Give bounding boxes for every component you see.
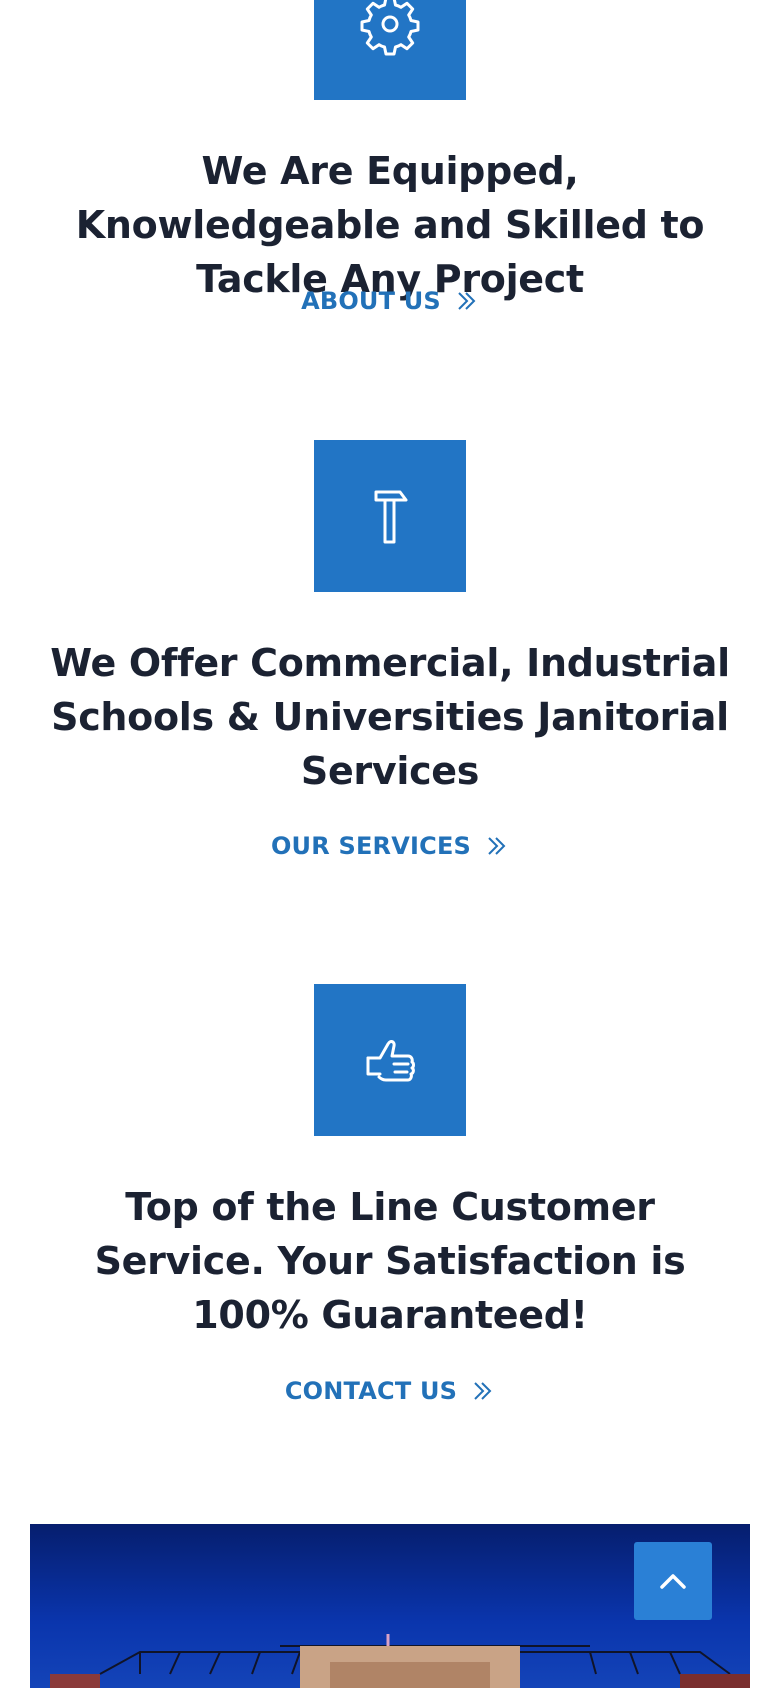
double-chevron-right-icon [474, 1382, 492, 1400]
gear-icon [360, 0, 420, 56]
feature-icon-box-customer-service [314, 984, 466, 1136]
hammer-icon [374, 490, 408, 544]
feature-heading-customer-service: Top of the Line Customer Service. Your S… [94, 1185, 686, 1337]
feature-icon-box-equipped [314, 0, 466, 100]
page: We Are Equipped, Knowledgeable and Skill… [0, 0, 780, 1688]
chevron-up-icon [660, 1574, 686, 1589]
our-services-link-label: OUR SERVICES [270, 832, 472, 860]
contact-us-link-label: CONTACT US [284, 1377, 458, 1405]
our-services-link[interactable]: OUR SERVICES [0, 831, 780, 861]
contact-us-link[interactable]: CONTACT US [0, 1376, 780, 1406]
about-us-link-label: ABOUT US [301, 287, 441, 315]
about-us-link[interactable]: ABOUT US [0, 286, 780, 316]
scroll-to-top-button[interactable] [634, 1542, 712, 1620]
feature-heading-services: We Offer Commercial, Industrial Schools … [50, 641, 730, 793]
double-chevron-right-icon [458, 292, 476, 310]
double-chevron-right-icon [488, 837, 506, 855]
feature-heading-equipped: We Are Equipped, Knowledgeable and Skill… [75, 149, 705, 301]
feature-icon-box-services [314, 440, 466, 592]
thumbs-up-icon [366, 1040, 415, 1082]
